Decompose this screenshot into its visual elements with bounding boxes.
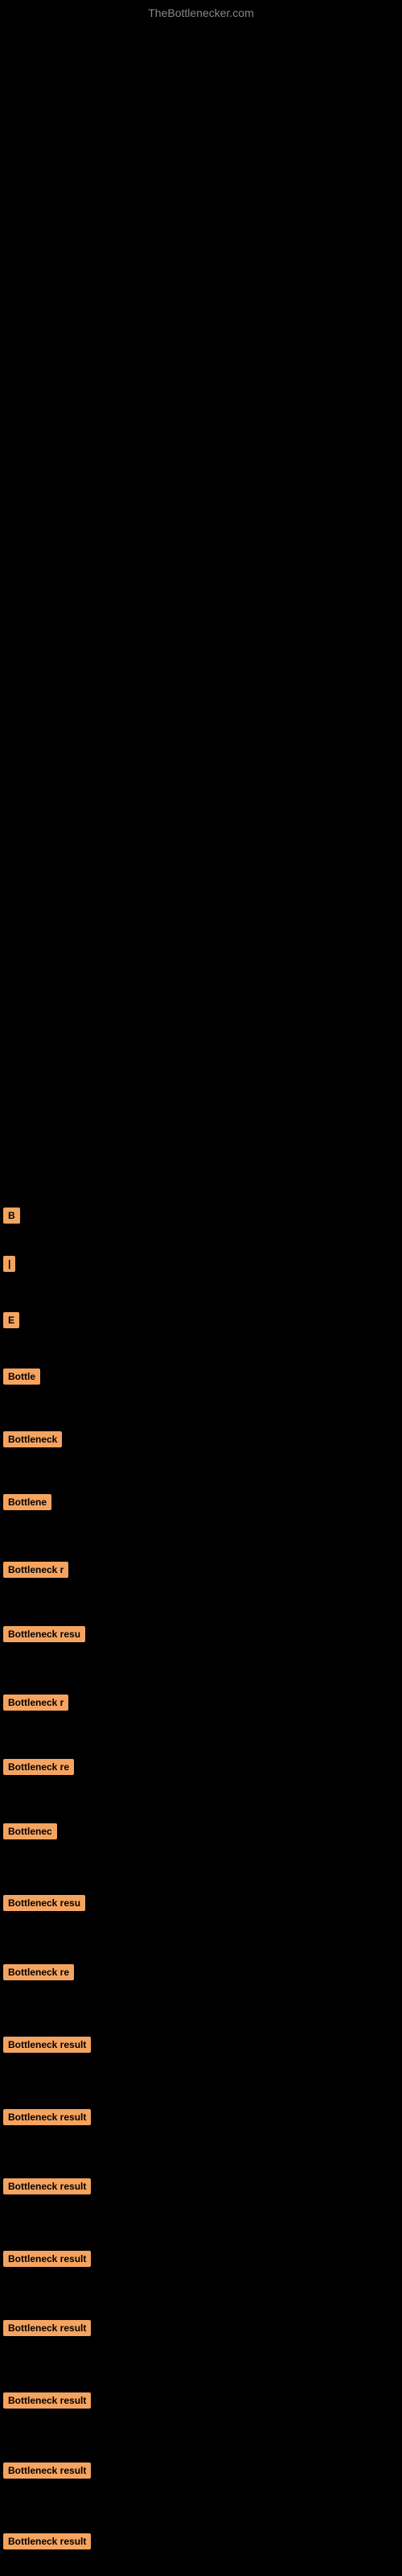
bottleneck-item: E <box>0 1312 402 1328</box>
bottleneck-item: Bottleneck result <box>0 2320 402 2336</box>
bottleneck-item: Bottleneck re <box>0 1964 402 1980</box>
bottleneck-badge[interactable]: Bottleneck resu <box>3 1626 85 1642</box>
bottleneck-item: Bottleneck result <box>0 2251 402 2267</box>
bottleneck-badge[interactable]: | <box>3 1256 15 1272</box>
bottleneck-badge[interactable]: Bottleneck re <box>3 1964 74 1980</box>
site-title: TheBottlenecker.com <box>148 6 254 19</box>
bottleneck-badge[interactable]: Bottleneck result <box>3 2533 91 2549</box>
bottleneck-badge[interactable]: Bottlene <box>3 1494 51 1510</box>
bottleneck-item: | <box>0 1256 402 1272</box>
bottleneck-badge[interactable]: Bottleneck result <box>3 2392 91 2409</box>
bottleneck-badge[interactable]: B <box>3 1208 20 1224</box>
bottleneck-item: B <box>0 1208 402 1224</box>
bottleneck-item: Bottlenec <box>0 1823 402 1839</box>
bottleneck-item: Bottleneck r <box>0 1562 402 1578</box>
bottleneck-badge[interactable]: Bottleneck result <box>3 2320 91 2336</box>
bottleneck-item: Bottlene <box>0 1494 402 1510</box>
bottleneck-item: Bottleneck result <box>0 2037 402 2053</box>
bottleneck-badge[interactable]: E <box>3 1312 19 1328</box>
bottleneck-item: Bottleneck resu <box>0 1626 402 1642</box>
bottleneck-badge[interactable]: Bottleneck re <box>3 1759 74 1775</box>
bottleneck-badge[interactable]: Bottleneck result <box>3 2109 91 2125</box>
bottleneck-badge[interactable]: Bottleneck result <box>3 2178 91 2194</box>
bottleneck-badge[interactable]: Bottleneck <box>3 1431 62 1447</box>
bottleneck-badge[interactable]: Bottleneck resu <box>3 1895 85 1911</box>
bottleneck-badge[interactable]: Bottleneck result <box>3 2462 91 2479</box>
bottleneck-item: Bottleneck result <box>0 2178 402 2194</box>
bottleneck-badge[interactable]: Bottleneck r <box>3 1695 68 1711</box>
bottleneck-item: Bottleneck resu <box>0 1895 402 1911</box>
bottleneck-item: Bottleneck r <box>0 1695 402 1711</box>
bottleneck-item: Bottleneck re <box>0 1759 402 1775</box>
bottleneck-badge[interactable]: Bottle <box>3 1368 40 1385</box>
bottleneck-item: Bottleneck result <box>0 2533 402 2549</box>
bottleneck-badge[interactable]: Bottleneck result <box>3 2037 91 2053</box>
bottleneck-badge[interactable]: Bottleneck result <box>3 2251 91 2267</box>
bottleneck-badge[interactable]: Bottlenec <box>3 1823 57 1839</box>
bottleneck-badge[interactable]: Bottleneck r <box>3 1562 68 1578</box>
bottleneck-item: Bottleneck result <box>0 2392 402 2409</box>
bottleneck-item: Bottle <box>0 1368 402 1385</box>
bottleneck-item: Bottleneck result <box>0 2462 402 2479</box>
bottleneck-item: Bottleneck result <box>0 2109 402 2125</box>
bottleneck-item: Bottleneck <box>0 1431 402 1447</box>
